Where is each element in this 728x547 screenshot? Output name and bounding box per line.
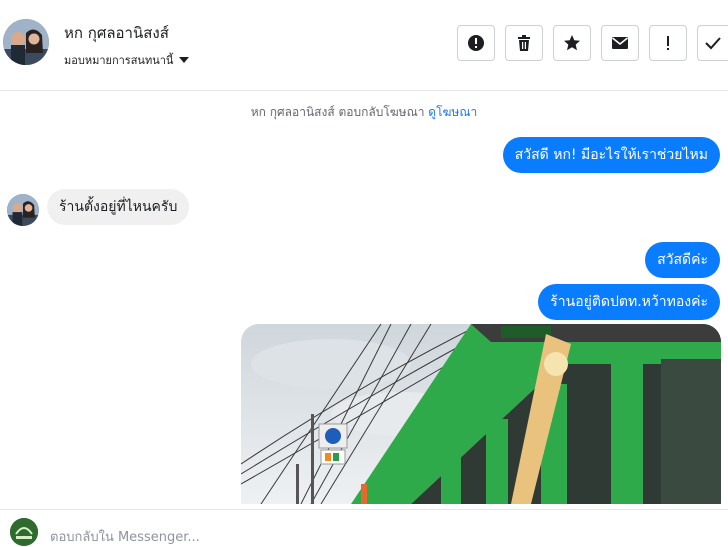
contact-name[interactable]: หก กุศลอานิสงส์ <box>64 21 169 45</box>
assign-conversation-dropdown[interactable]: มอบหมายการสนทนานี้ <box>64 51 190 69</box>
message-composer[interactable]: ตอบกลับใน Messenger... <box>0 509 728 546</box>
message-outgoing[interactable]: สวัสดี หก! มีอะไรให้เราช่วยไหม <box>502 137 720 173</box>
star-icon <box>564 35 580 51</box>
contact-avatar[interactable] <box>3 19 49 65</box>
message-incoming[interactable]: ร้านตั้งอยู่ที่ไหนครับ <box>47 189 190 225</box>
message-outgoing[interactable]: สวัสดีค่ะ <box>645 242 720 278</box>
ad-reply-text: หก กุศลอานิสงส์ ตอบกลับโฆษณา <box>250 105 425 119</box>
mark-spam-button[interactable] <box>457 25 495 61</box>
mail-icon <box>612 37 628 49</box>
chevron-down-icon <box>179 57 190 63</box>
mark-done-button[interactable] <box>697 25 728 61</box>
important-icon <box>667 36 669 50</box>
contact-avatar-small[interactable] <box>7 194 39 226</box>
mark-unread-button[interactable] <box>601 25 639 61</box>
assign-label: มอบหมายการสนทนานี้ <box>64 54 174 67</box>
message-outgoing[interactable]: ร้านอยู่ติดปตท.หว้าทองค่ะ <box>538 284 720 320</box>
check-icon <box>705 37 721 50</box>
shared-photo[interactable] <box>241 324 721 504</box>
view-ad-link[interactable]: ดูโฆษณา <box>428 105 477 119</box>
star-button[interactable] <box>553 25 591 61</box>
delete-button[interactable] <box>505 25 543 61</box>
conversation-header: หก กุศลอานิสงส์ มอบหมายการสนทนานี้ <box>0 0 728 91</box>
ad-reply-notice: หก กุศลอานิสงส์ ตอบกลับโฆษณา ดูโฆษณา <box>0 103 728 122</box>
page-avatar <box>10 518 38 546</box>
trash-icon <box>518 35 530 51</box>
spam-icon <box>468 35 484 51</box>
mark-important-button[interactable] <box>649 25 687 61</box>
reply-input[interactable]: ตอบกลับใน Messenger... <box>50 526 200 547</box>
